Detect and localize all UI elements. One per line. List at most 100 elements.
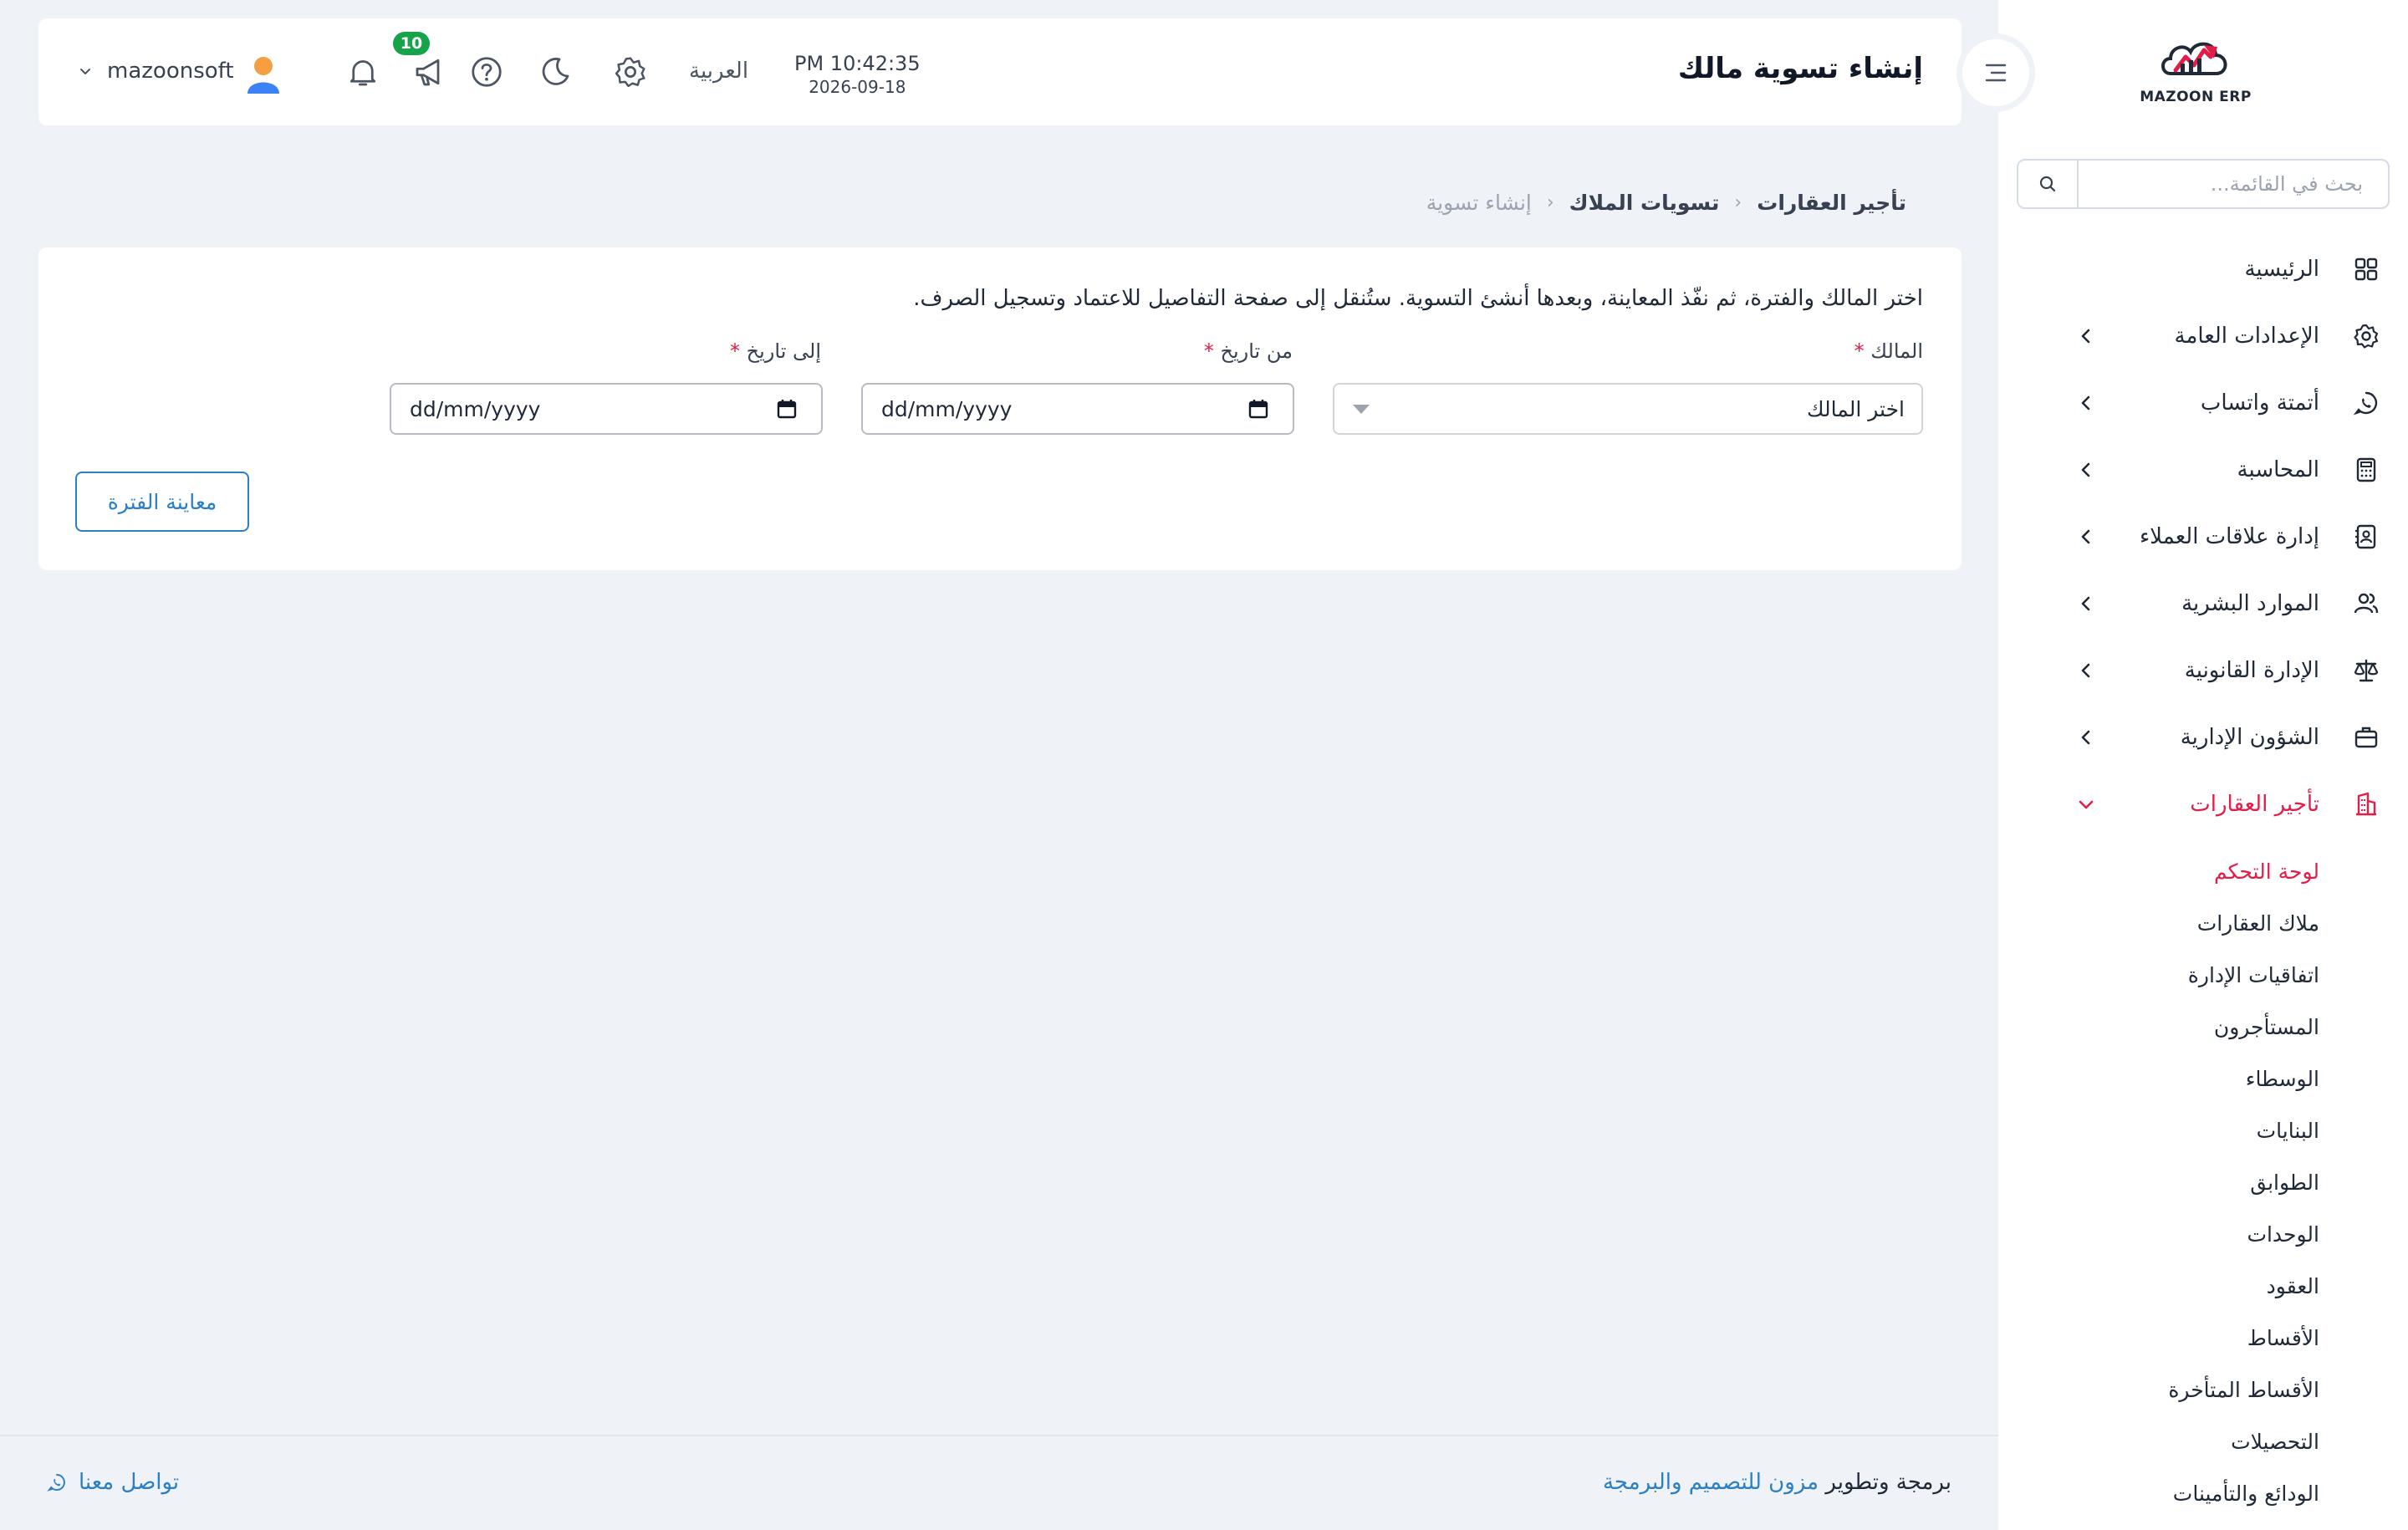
sidebar-item-hr[interactable]: الموارد البشرية xyxy=(1998,570,2408,637)
sidebar-item-real-estate-rental[interactable]: تأجير العقارات xyxy=(1998,771,2408,838)
owner-select[interactable]: اختر المالك xyxy=(1333,383,1923,435)
sidebar-item-general-settings[interactable]: الإعدادات العامة xyxy=(1998,303,2408,370)
chevron-left-icon xyxy=(2081,663,2090,678)
sidebar-subitem-agreements[interactable]: اتفاقيات الإدارة xyxy=(1998,951,2408,1003)
sidebar-subitem-label: الوحدات xyxy=(2247,1222,2319,1247)
preview-period-button[interactable]: معاينة الفترة xyxy=(75,472,249,532)
required-mark: * xyxy=(1203,339,1214,363)
dropdown-caret-icon xyxy=(1353,405,1370,414)
calendar-icon[interactable] xyxy=(1247,398,1269,420)
from-date-label-text: من تاريخ xyxy=(1220,339,1293,363)
sidebar-subitem-overdue-installments[interactable]: الأقساط المتأخرة xyxy=(1998,1366,2408,1418)
breadcrumb-current: إنشاء تسوية xyxy=(1426,191,1532,215)
footer-brand-link[interactable]: مزون للتصميم والبرمجة xyxy=(1603,1470,1819,1495)
from-date-label: من تاريخ * xyxy=(1204,339,1293,363)
sidebar-subitem-tenants[interactable]: المستأجرون xyxy=(1998,1003,2408,1055)
breadcrumb-root[interactable]: تأجير العقارات xyxy=(1757,191,1906,215)
chevron-left-icon xyxy=(2081,329,2090,344)
sidebar-subitem-units[interactable]: الوحدات xyxy=(1998,1211,2408,1262)
required-mark: * xyxy=(729,339,740,363)
address-book-icon xyxy=(2355,524,2376,549)
to-date-input[interactable]: dd/mm/yyyy xyxy=(390,383,823,435)
sidebar-subitem-label: الوسطاء xyxy=(2245,1067,2319,1091)
footer-credit: برمجة وتطوير مزون للتصميم والبرمجة xyxy=(1603,1470,1951,1495)
chevron-left-icon xyxy=(2081,596,2090,611)
sidebar-subitem-installments[interactable]: الأقساط xyxy=(1998,1314,2408,1366)
to-date-value: dd/mm/yyyy xyxy=(410,396,541,421)
sidebar-subitem-label: العقود xyxy=(2266,1274,2319,1298)
sidebar-search-input[interactable] xyxy=(2079,161,2388,207)
sidebar-subitem-label: الطوابق xyxy=(2250,1170,2319,1195)
sidebar-item-legal[interactable]: الإدارة القانونية xyxy=(1998,637,2408,704)
sidebar-subitem-dashboard[interactable]: لوحة التحكم xyxy=(1998,848,2408,900)
sidebar: MAZOON ERP الرئيسية الإعدادات العامة أتم… xyxy=(1998,0,2408,1530)
sidebar-item-label: أتمتة واتساب xyxy=(2200,390,2319,416)
help-button[interactable] xyxy=(468,54,505,90)
calendar-icon[interactable] xyxy=(776,398,798,420)
chevron-left-icon xyxy=(2081,730,2090,745)
chevron-down-icon[interactable] xyxy=(79,65,92,79)
clock-date: 2026-09-18 xyxy=(809,77,906,97)
gear-icon xyxy=(2354,324,2379,349)
contact-us-label: تواصل معنا xyxy=(79,1470,180,1495)
settlement-form-card: اختر المالك والفترة، ثم نفّذ المعاينة، و… xyxy=(38,247,1962,570)
sidebar-item-crm[interactable]: إدارة علاقات العملاء xyxy=(1998,503,2408,570)
from-date-input[interactable]: dd/mm/yyyy xyxy=(861,383,1294,435)
username[interactable]: mazoonsoft xyxy=(107,59,234,84)
bell-icon xyxy=(349,60,376,86)
search-button[interactable] xyxy=(2018,161,2079,207)
contact-us-link[interactable]: تواصل معنا xyxy=(47,1470,179,1495)
whatsapp-icon xyxy=(47,1474,65,1492)
owner-label-text: المالك xyxy=(1870,339,1923,363)
chevron-down-icon xyxy=(2079,800,2094,809)
sidebar-subitem-label: التحصيلات xyxy=(2231,1430,2319,1454)
settings-button[interactable] xyxy=(612,54,649,90)
owner-label: المالك * xyxy=(1854,339,1923,363)
sidebar-subitem-floors[interactable]: الطوابق xyxy=(1998,1159,2408,1211)
building-icon xyxy=(2356,792,2376,816)
sidebar-item-whatsapp[interactable]: أتمتة واتساب xyxy=(1998,370,2408,436)
users-icon xyxy=(2354,593,2379,614)
footer-credit-prefix: برمجة وتطوير xyxy=(1825,1470,1951,1495)
user-avatar-icon[interactable] xyxy=(242,54,284,95)
sidebar-item-label: الموارد البشرية xyxy=(2181,591,2319,616)
sidebar-menu: الرئيسية الإعدادات العامة أتمتة واتساب ا… xyxy=(1998,236,2408,1522)
sidebar-submenu: لوحة التحكم ملاك العقارات اتفاقيات الإدا… xyxy=(1998,838,2408,1522)
sidebar-item-label: إدارة علاقات العملاء xyxy=(2139,524,2319,549)
sidebar-search xyxy=(2017,159,2390,209)
sidebar-subitem-buildings[interactable]: البنايات xyxy=(1998,1107,2408,1159)
sidebar-subitem-label: الأقساط xyxy=(2247,1326,2319,1350)
sidebar-subitem-owners[interactable]: ملاك العقارات xyxy=(1998,900,2408,951)
breadcrumb: تأجير العقارات ‹ تسويات الملاك ‹ إنشاء ت… xyxy=(1426,191,1906,215)
from-date-value: dd/mm/yyyy xyxy=(881,396,1013,421)
language-switch[interactable]: العربية xyxy=(689,59,748,84)
breadcrumb-section[interactable]: تسويات الملاك xyxy=(1569,191,1720,215)
sidebar-item-admin-affairs[interactable]: الشؤون الإدارية xyxy=(1998,704,2408,771)
sidebar-subitem-contracts[interactable]: العقود xyxy=(1998,1262,2408,1314)
logo[interactable]: MAZOON ERP xyxy=(2137,33,2254,117)
sidebar-subitem-label: اتفاقيات الإدارة xyxy=(2187,963,2319,987)
sidebar-subitem-label: المستأجرون xyxy=(2213,1015,2319,1039)
sidebar-subitem-deposits[interactable]: الودائع والتأمينات xyxy=(1998,1470,2408,1522)
page-title: إنشاء تسوية مالك xyxy=(1677,52,1923,85)
sidebar-item-label: الإدارة القانونية xyxy=(2184,658,2319,683)
to-date-label-text: إلى تاريخ xyxy=(746,339,821,363)
form-hint: اختر المالك والفترة، ثم نفّذ المعاينة، و… xyxy=(913,286,1923,311)
whatsapp-icon xyxy=(2353,391,2378,416)
sidebar-item-accounting[interactable]: المحاسبة xyxy=(1998,436,2408,503)
footer: برمجة وتطوير مزون للتصميم والبرمجة تواصل… xyxy=(0,1435,1998,1530)
sidebar-subitem-collections[interactable]: التحصيلات xyxy=(1998,1418,2408,1470)
notifications-button[interactable] xyxy=(344,54,381,90)
dark-mode-toggle[interactable] xyxy=(537,54,574,90)
sidebar-subitem-brokers[interactable]: الوسطاء xyxy=(1998,1055,2408,1107)
clock-time: PM 10:42:35 xyxy=(794,52,921,75)
announcements-button[interactable] xyxy=(411,54,448,90)
notification-badge: 10 xyxy=(393,32,430,55)
owner-select-value: اختر المالك xyxy=(1806,396,1905,421)
calculator-icon xyxy=(2356,457,2376,482)
scale-icon xyxy=(2354,659,2379,682)
sidebar-subitem-label: الأقساط المتأخرة xyxy=(2168,1378,2319,1402)
sidebar-item-label: الإعدادات العامة xyxy=(2174,324,2319,349)
sidebar-item-home[interactable]: الرئيسية xyxy=(1998,236,2408,303)
sidebar-toggle-button[interactable] xyxy=(1956,33,2035,112)
